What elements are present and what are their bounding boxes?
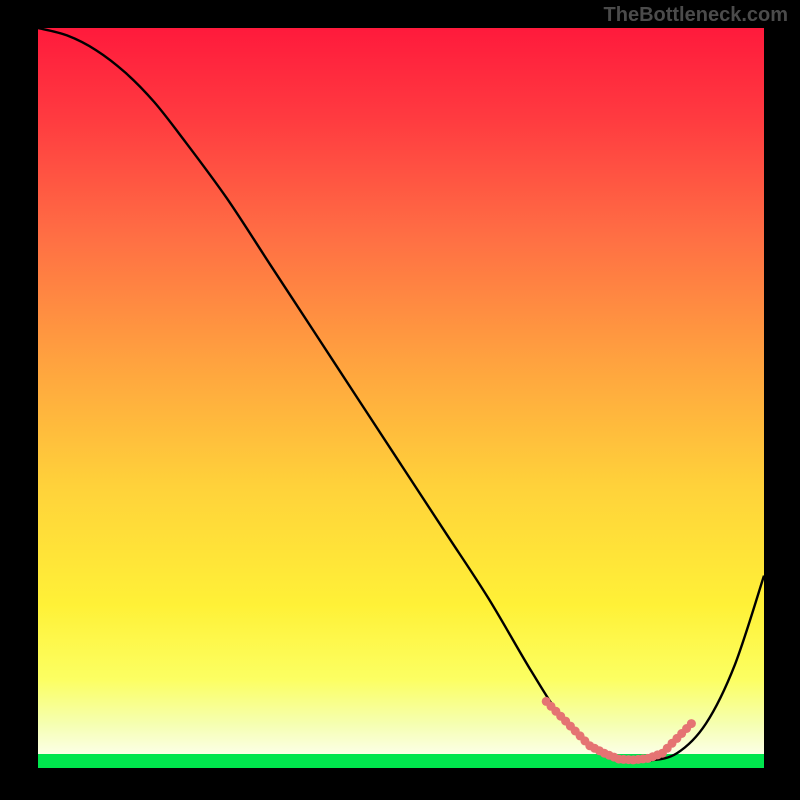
watermark-text: TheBottleneck.com: [604, 4, 788, 27]
highlight-dot: [687, 719, 696, 728]
plot-area: [38, 28, 764, 768]
chart-container: TheBottleneck.com: [0, 0, 800, 800]
bottleneck-chart: [0, 0, 800, 800]
